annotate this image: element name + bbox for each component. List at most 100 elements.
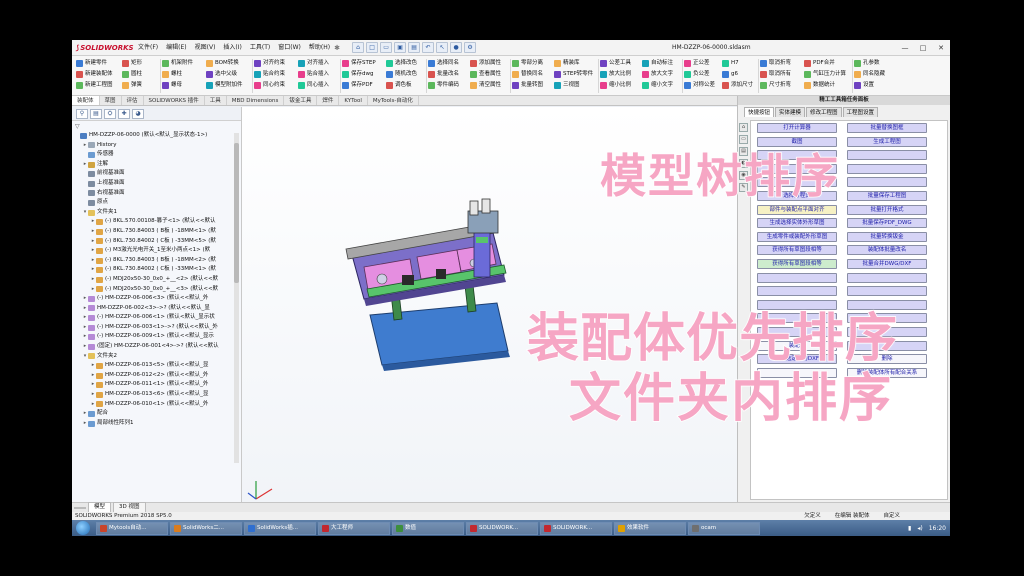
ribbon-button[interactable]: 同心约束	[254, 80, 298, 91]
task-pane-button[interactable]: 批量保存PDF_DWG	[847, 218, 927, 229]
property-manager-tab-icon[interactable]: ▤	[90, 109, 102, 119]
ribbon-button[interactable]: 圆柱	[122, 69, 162, 80]
tree-node[interactable]: 传感器	[72, 150, 232, 160]
ribbon-button[interactable]: 矩形	[122, 58, 162, 69]
task-pane-button[interactable]: 打开计算器	[757, 123, 837, 133]
tree-node[interactable]: ▸ HM-DZZP-06-011<1> (默认<<默认_外	[72, 380, 232, 390]
tab-weldments[interactable]: 焊件	[317, 96, 340, 105]
tree-node[interactable]: 前视基准面	[72, 169, 232, 179]
volume-icon[interactable]: ◂)	[917, 525, 922, 532]
home-icon[interactable]: ⌂	[352, 42, 365, 53]
tab-assembly[interactable]: 装配体	[72, 96, 100, 105]
ribbon-button[interactable]: 正公差	[684, 58, 722, 69]
tab-tools[interactable]: 工具	[205, 96, 227, 105]
display-manager-tab-icon[interactable]: ◕	[132, 109, 144, 119]
tree-node[interactable]: ▸ (-) 8KL.730.84002 ( C板 ) -33MM<1> (默	[72, 265, 232, 275]
ribbon-button[interactable]: g6	[722, 69, 760, 80]
ribbon-button[interactable]: 清空属性	[470, 80, 512, 91]
task-pane-button[interactable]: 获得所有草图段相等	[757, 259, 837, 269]
ribbon-button[interactable]: 选中父级	[206, 69, 254, 80]
menu-window[interactable]: 窗口(W)	[274, 40, 305, 56]
ribbon-button[interactable]: BOM转换	[206, 58, 254, 69]
ribbon-button[interactable]: 选择同名	[428, 58, 470, 69]
new-icon[interactable]: □	[366, 42, 379, 53]
tree-node[interactable]: ▸ (-) 8KL.730.84003 ( B板 ) -18MM<1> (默	[72, 227, 232, 237]
task-pane-button[interactable]: 获得所有草图段相等	[757, 245, 837, 256]
tree-node[interactable]: ▸ HM-DZZP-06-012<2> (默认<<默认_外	[72, 371, 232, 381]
taskbar-item[interactable]: Mytools自动...	[96, 521, 168, 535]
task-pane-button[interactable]	[757, 272, 837, 283]
tree-node[interactable]: ▸ 局部线性阵列1	[72, 419, 232, 429]
tab-sketch[interactable]: 草图	[100, 96, 122, 105]
ribbon-button[interactable]: 新建零件	[76, 58, 122, 69]
task-pane-button[interactable]: 生成选择实体外形草图	[757, 218, 837, 229]
undo-icon[interactable]: ↶	[422, 42, 435, 53]
ribbon-button[interactable]: 孔参数	[854, 58, 894, 69]
menu-edit[interactable]: 编辑(E)	[162, 40, 190, 56]
ribbon-button[interactable]: 保存PDF	[342, 80, 386, 91]
feature-tree-tab-icon[interactable]: ⚲	[76, 109, 88, 119]
scrollbar-thumb[interactable]	[234, 143, 239, 283]
ribbon-button[interactable]: 批量转图	[512, 80, 554, 91]
ribbon-button[interactable]: 零部分离	[512, 58, 554, 69]
network-icon[interactable]: ▮	[908, 525, 911, 532]
tree-node[interactable]: ▸ History	[72, 141, 232, 151]
tab-evaluate[interactable]: 评估	[122, 96, 144, 105]
taskbar-item[interactable]: 大工程师	[318, 521, 390, 535]
maximize-icon[interactable]: □	[914, 40, 932, 56]
ribbon-button[interactable]: 自动标注	[642, 58, 684, 69]
taskbar-item[interactable]: SolidWorks插...	[244, 521, 316, 535]
ribbon-button[interactable]: 批量改名	[428, 69, 470, 80]
taskbar-item[interactable]: SOLIDWORK...	[540, 521, 612, 535]
tab-modify-drawing[interactable]: 修改工程图	[806, 107, 842, 117]
tab-sheetmetal[interactable]: 钣金工具	[284, 96, 318, 105]
task-pane-button[interactable]	[847, 150, 927, 161]
ribbon-button[interactable]: 螺母	[162, 80, 206, 91]
tree-node[interactable]: ▸ (-) M3激光光电开关_1至米小两点<1> (默	[72, 246, 232, 256]
open-icon[interactable]: ▭	[380, 42, 393, 53]
task-pane-button[interactable]: 生成工程图	[847, 136, 927, 147]
save-icon[interactable]: ▣	[394, 42, 407, 53]
tree-node[interactable]: ▸ HM-DZZP-06-013<6> (默认<<默认_显	[72, 390, 232, 400]
ribbon-button[interactable]: 对齐约束	[254, 58, 298, 69]
ribbon-button[interactable]: 查看属性	[470, 69, 512, 80]
tree-node[interactable]: ▸ (-) HM-DZZP-06-006<3> (默认<<默认_外	[72, 294, 232, 304]
task-pane-button[interactable]	[847, 163, 927, 174]
tree-node[interactable]: ▸ (-) MDJ20x50-30_0x0_+__<2> (默认<<默	[72, 275, 232, 285]
tab-quick-buttons[interactable]: 快捷按钮	[744, 107, 775, 117]
ribbon-button[interactable]: 公差工具	[600, 58, 642, 69]
taskbar-item[interactable]: ocam	[688, 521, 760, 535]
tab-addins[interactable]: SOLIDWORKS 插件	[144, 96, 205, 105]
ribbon-button[interactable]: 精装库	[554, 58, 600, 69]
ribbon-button[interactable]: 调色板	[386, 80, 428, 91]
ribbon-button[interactable]: 数据统计	[804, 80, 854, 91]
print-icon[interactable]: ▤	[408, 42, 421, 53]
tab-solid-modeling[interactable]: 实体建模	[775, 107, 806, 117]
solidworks-logo[interactable]: ⟆ SOLIDWORKS	[72, 40, 134, 56]
ribbon-button[interactable]: 选择改色	[386, 58, 428, 69]
task-pane-button[interactable]: 批量打开格式	[847, 204, 927, 215]
tree-node[interactable]: ▸ (-) HM-DZZP-06-006<1> (默认<默认_显示状	[72, 313, 232, 323]
ribbon-button[interactable]: 添加尺寸	[722, 80, 760, 91]
ribbon-button[interactable]: H7	[722, 58, 760, 69]
menu-help[interactable]: 帮助(H)	[305, 40, 334, 56]
ribbon-button[interactable]: 设置	[854, 80, 894, 91]
ribbon-button[interactable]: 放大文字	[642, 69, 684, 80]
tree-node[interactable]: ▸ (固定) HM-DZZP-06-001<4>->? (默认<<默认	[72, 342, 232, 352]
rebuild-icon[interactable]: ●	[450, 42, 463, 53]
ribbon-button[interactable]: 贴合插入	[298, 69, 342, 80]
tree-node[interactable]: ▸ (-) 8KL.570.00108-篡子<1> (默认<<默认	[72, 217, 232, 227]
home-icon[interactable]: ⌂	[739, 123, 748, 132]
ribbon-button[interactable]: 取消所有	[760, 69, 804, 80]
taskbar-item[interactable]: SOLIDWORK...	[466, 521, 538, 535]
tree-node[interactable]: ▾ 文件夹1	[72, 208, 232, 218]
task-pane-button[interactable]: 批量替换图框	[847, 123, 927, 133]
ribbon-button[interactable]: 取消折弯	[760, 58, 804, 69]
tree-node[interactable]: ▾ 文件夹2	[72, 352, 232, 362]
filter-icon[interactable]: ▽	[75, 123, 80, 130]
task-pane-button[interactable]: 批量合并DWG/DXF	[847, 259, 927, 269]
minimize-icon[interactable]: —	[896, 40, 914, 56]
tree-node[interactable]: 原点	[72, 198, 232, 208]
tree-node[interactable]: ▸ (-) 8KL.730.84003 ( B板 ) -18MM<2> (默	[72, 256, 232, 266]
tab-kytool[interactable]: KYTool	[339, 96, 368, 105]
